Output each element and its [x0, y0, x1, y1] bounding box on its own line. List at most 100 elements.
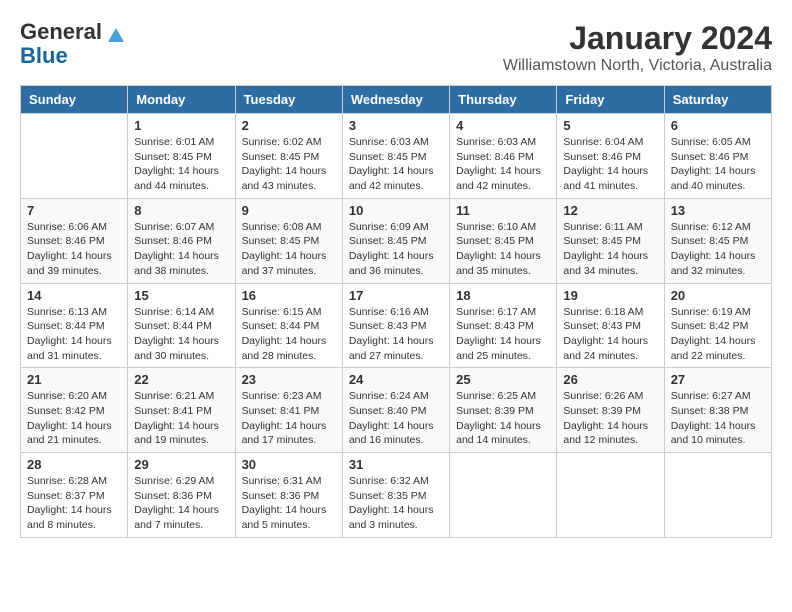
day-info: Sunrise: 6:19 AMSunset: 8:42 PMDaylight:… — [671, 305, 765, 364]
table-row — [450, 453, 557, 538]
table-row: 26Sunrise: 6:26 AMSunset: 8:39 PMDayligh… — [557, 368, 664, 453]
table-row: 21 Sunrise: 6:20 AMSunset: 8:42 PMDayligh… — [21, 368, 128, 453]
day-info: Sunrise: 6:09 AMSunset: 8:45 PMDaylight:… — [349, 220, 443, 279]
day-number: 21 — [27, 372, 121, 387]
day-number: 11 — [456, 203, 550, 218]
day-info: Sunrise: 6:15 AMSunset: 8:44 PMDaylight:… — [242, 305, 336, 364]
table-row: 18Sunrise: 6:17 AMSunset: 8:43 PMDayligh… — [450, 283, 557, 368]
table-row: 15 Sunrise: 6:14 AMSunset: 8:44 PMDayligh… — [128, 283, 235, 368]
table-row: 11 Sunrise: 6:10 AMSunset: 8:45 PMDayligh… — [450, 198, 557, 283]
day-info: Sunrise: 6:13 AMSunset: 8:44 PMDaylight:… — [27, 305, 121, 364]
day-number: 8 — [134, 203, 228, 218]
day-number: 16 — [242, 288, 336, 303]
table-row: 2Sunrise: 6:02 AMSunset: 8:45 PMDaylight… — [235, 114, 342, 199]
header-thursday: Thursday — [450, 86, 557, 114]
day-info: Sunrise: 6:05 AMSunset: 8:46 PMDaylight:… — [671, 135, 765, 194]
table-row — [557, 453, 664, 538]
header-sunday: Sunday — [21, 86, 128, 114]
table-row: 22 Sunrise: 6:21 AMSunset: 8:41 PMDayligh… — [128, 368, 235, 453]
calendar-table: Sunday Monday Tuesday Wednesday Thursday… — [20, 85, 772, 538]
table-row — [664, 453, 771, 538]
table-row: 4Sunrise: 6:03 AMSunset: 8:46 PMDaylight… — [450, 114, 557, 199]
day-info: Sunrise: 6:18 AMSunset: 8:43 PMDaylight:… — [563, 305, 657, 364]
day-number: 15 — [134, 288, 228, 303]
table-row: 10 Sunrise: 6:09 AMSunset: 8:45 PMDayligh… — [342, 198, 449, 283]
day-info: Sunrise: 6:11 AMSunset: 8:45 PMDaylight:… — [563, 220, 657, 279]
day-number: 5 — [563, 118, 657, 133]
day-number: 13 — [671, 203, 765, 218]
table-row: 5 Sunrise: 6:04 AMSunset: 8:46 PMDaylight… — [557, 114, 664, 199]
calendar-week-row: 7Sunrise: 6:06 AMSunset: 8:46 PMDaylight… — [21, 198, 772, 283]
day-number: 19 — [563, 288, 657, 303]
table-row: 24 Sunrise: 6:24 AMSunset: 8:40 PMDayligh… — [342, 368, 449, 453]
header-wednesday: Wednesday — [342, 86, 449, 114]
table-row — [21, 114, 128, 199]
day-number: 2 — [242, 118, 336, 133]
calendar-week-row: 21 Sunrise: 6:20 AMSunset: 8:42 PMDayligh… — [21, 368, 772, 453]
calendar-week-row: 1 Sunrise: 6:01 AMSunset: 8:45 PMDaylight… — [21, 114, 772, 199]
day-number: 3 — [349, 118, 443, 133]
day-info: Sunrise: 6:04 AMSunset: 8:46 PMDaylight:… — [563, 135, 657, 194]
logo-blue: Blue — [20, 43, 68, 68]
day-number: 22 — [134, 372, 228, 387]
day-info: Sunrise: 6:21 AMSunset: 8:41 PMDaylight:… — [134, 389, 228, 448]
table-row: 29Sunrise: 6:29 AMSunset: 8:36 PMDayligh… — [128, 453, 235, 538]
table-row: 25 Sunrise: 6:25 AMSunset: 8:39 PMDayligh… — [450, 368, 557, 453]
table-row: 6 Sunrise: 6:05 AMSunset: 8:46 PMDaylight… — [664, 114, 771, 199]
day-number: 29 — [134, 457, 228, 472]
day-info: Sunrise: 6:25 AMSunset: 8:39 PMDaylight:… — [456, 389, 550, 448]
day-number: 30 — [242, 457, 336, 472]
calendar-week-row: 28Sunrise: 6:28 AMSunset: 8:37 PMDayligh… — [21, 453, 772, 538]
table-row: 31 Sunrise: 6:32 AMSunset: 8:35 PMDayligh… — [342, 453, 449, 538]
day-number: 14 — [27, 288, 121, 303]
day-info: Sunrise: 6:32 AMSunset: 8:35 PMDaylight:… — [349, 474, 443, 533]
table-row: 23Sunrise: 6:23 AMSunset: 8:41 PMDayligh… — [235, 368, 342, 453]
day-number: 25 — [456, 372, 550, 387]
title-section: January 2024 Williamstown North, Victori… — [503, 20, 772, 75]
day-number: 9 — [242, 203, 336, 218]
day-info: Sunrise: 6:01 AMSunset: 8:45 PMDaylight:… — [134, 135, 228, 194]
day-number: 1 — [134, 118, 228, 133]
header-monday: Monday — [128, 86, 235, 114]
day-number: 7 — [27, 203, 121, 218]
logo-general: General — [20, 19, 102, 44]
day-info: Sunrise: 6:03 AMSunset: 8:45 PMDaylight:… — [349, 135, 443, 194]
table-row: 14 Sunrise: 6:13 AMSunset: 8:44 PMDayligh… — [21, 283, 128, 368]
day-info: Sunrise: 6:27 AMSunset: 8:38 PMDaylight:… — [671, 389, 765, 448]
day-info: Sunrise: 6:12 AMSunset: 8:45 PMDaylight:… — [671, 220, 765, 279]
logo: General Blue — [20, 20, 124, 68]
location-subtitle: Williamstown North, Victoria, Australia — [503, 57, 772, 75]
table-row: 28Sunrise: 6:28 AMSunset: 8:37 PMDayligh… — [21, 453, 128, 538]
day-info: Sunrise: 6:20 AMSunset: 8:42 PMDaylight:… — [27, 389, 121, 448]
day-info: Sunrise: 6:26 AMSunset: 8:39 PMDaylight:… — [563, 389, 657, 448]
day-number: 31 — [349, 457, 443, 472]
table-row: 8 Sunrise: 6:07 AMSunset: 8:46 PMDaylight… — [128, 198, 235, 283]
table-row: 9 Sunrise: 6:08 AMSunset: 8:45 PMDaylight… — [235, 198, 342, 283]
day-number: 6 — [671, 118, 765, 133]
day-number: 4 — [456, 118, 550, 133]
day-number: 24 — [349, 372, 443, 387]
day-info: Sunrise: 6:24 AMSunset: 8:40 PMDaylight:… — [349, 389, 443, 448]
header-tuesday: Tuesday — [235, 86, 342, 114]
day-number: 27 — [671, 372, 765, 387]
calendar-header-row: Sunday Monday Tuesday Wednesday Thursday… — [21, 86, 772, 114]
day-number: 10 — [349, 203, 443, 218]
table-row: 7Sunrise: 6:06 AMSunset: 8:46 PMDaylight… — [21, 198, 128, 283]
calendar-week-row: 14 Sunrise: 6:13 AMSunset: 8:44 PMDayligh… — [21, 283, 772, 368]
table-row: 27 Sunrise: 6:27 AMSunset: 8:38 PMDayligh… — [664, 368, 771, 453]
day-number: 28 — [27, 457, 121, 472]
table-row: 13 Sunrise: 6:12 AMSunset: 8:45 PMDayligh… — [664, 198, 771, 283]
day-info: Sunrise: 6:16 AMSunset: 8:43 PMDaylight:… — [349, 305, 443, 364]
day-info: Sunrise: 6:14 AMSunset: 8:44 PMDaylight:… — [134, 305, 228, 364]
day-info: Sunrise: 6:31 AMSunset: 8:36 PMDaylight:… — [242, 474, 336, 533]
header-saturday: Saturday — [664, 86, 771, 114]
day-info: Sunrise: 6:07 AMSunset: 8:46 PMDaylight:… — [134, 220, 228, 279]
table-row: 1 Sunrise: 6:01 AMSunset: 8:45 PMDaylight… — [128, 114, 235, 199]
day-info: Sunrise: 6:08 AMSunset: 8:45 PMDaylight:… — [242, 220, 336, 279]
day-info: Sunrise: 6:10 AMSunset: 8:45 PMDaylight:… — [456, 220, 550, 279]
page-header: General Blue January 2024 Williamstown N… — [20, 20, 772, 75]
table-row: 17Sunrise: 6:16 AMSunset: 8:43 PMDayligh… — [342, 283, 449, 368]
day-info: Sunrise: 6:23 AMSunset: 8:41 PMDaylight:… — [242, 389, 336, 448]
table-row: 12Sunrise: 6:11 AMSunset: 8:45 PMDayligh… — [557, 198, 664, 283]
table-row: 20Sunrise: 6:19 AMSunset: 8:42 PMDayligh… — [664, 283, 771, 368]
